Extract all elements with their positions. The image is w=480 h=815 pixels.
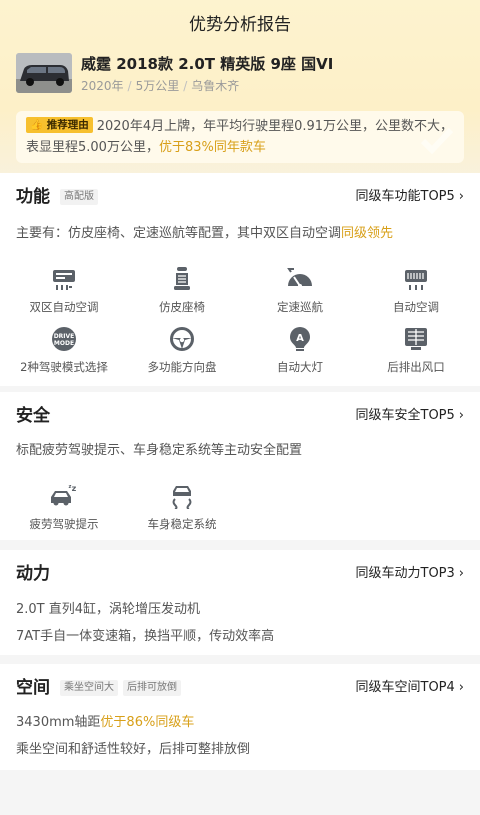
safety-summary: 标配疲劳驾驶提示、车身稳定系统等主动安全配置 (16, 443, 303, 458)
svg-text:z: z (69, 484, 72, 490)
cruise-control-icon (287, 268, 312, 288)
svg-text:DRIVE: DRIVE (54, 333, 75, 340)
car-year: 2020年 (81, 79, 124, 93)
rear-vent-icon (405, 328, 427, 350)
space-title: 空间 (16, 678, 50, 698)
feature-dual-zone-ac[interactable]: 双区自动空调 (4, 266, 124, 315)
power-transmission: 7AT手自一体变速箱，换挡平顺，传动效率高 (16, 629, 275, 644)
space-top-link[interactable]: 同级车空间TOP4 › (356, 674, 465, 702)
power-title: 动力 (16, 564, 50, 584)
svg-text:MODE: MODE (54, 340, 74, 347)
function-card: 功能 高配版 同级车功能TOP5 › 主要有：仿皮座椅、定速巡航等配置，其中双区自… (0, 173, 480, 386)
power-top-link[interactable]: 同级车动力TOP3 › (356, 560, 465, 588)
safety-title: 安全 (16, 406, 50, 426)
feature-multi-steering-wheel[interactable]: 多功能方向盘 (122, 326, 242, 375)
function-summary: 主要有：仿皮座椅、定速巡航等配置，其中双区自动空调同级领先 (16, 226, 394, 241)
chevron-right-icon: › (458, 189, 464, 204)
power-engine: 2.0T 直列4缸，涡轮增压发动机 (16, 602, 201, 617)
feature-drive-mode[interactable]: DRIVE MODE 2种驾驶模式选择 (4, 326, 124, 375)
chevron-right-icon: › (458, 408, 464, 423)
reason-highlight: 优于83%同年款车 (158, 140, 266, 155)
dual-zone-ac-icon (53, 270, 75, 290)
svg-text:z: z (72, 484, 77, 493)
power-card-header: 动力 同级车动力TOP3 › (16, 560, 464, 588)
car-meta: 2020年/5万公里 / 乌鲁木齐 (81, 79, 240, 93)
chevron-right-icon: › (458, 680, 464, 695)
stability-control-icon (172, 486, 192, 509)
space-wheelbase: 3430mm轴距优于86%同级车 (16, 715, 195, 730)
car-mileage: 5万公里 (135, 79, 180, 93)
power-card: 动力 同级车动力TOP3 › 2.0T 直列4缸，涡轮增压发动机 7AT手自一体变… (0, 550, 480, 655)
feature-auto-headlight[interactable]: A 自动大灯 (240, 326, 360, 375)
auto-ac-icon (405, 270, 427, 290)
space-card-header: 空间 乘坐空间大 后排可放倒 同级车空间TOP4 › (16, 674, 464, 702)
feature-fatigue-alert[interactable]: z z 疲劳驾驶提示 (4, 483, 124, 532)
chevron-right-icon: › (458, 566, 464, 581)
watermark-check-icon (420, 127, 454, 155)
space-tag: 乘坐空间大 (60, 680, 118, 696)
safety-card-header: 安全 同级车安全TOP5 › (16, 402, 464, 430)
recommend-reason-tag: 👍 推荐理由 (26, 117, 93, 133)
car-city: 乌鲁木齐 (191, 79, 240, 93)
function-title: 功能 (16, 187, 50, 207)
space-comfort: 乘坐空间和舒适性较好，后排可整排放倒 (16, 742, 251, 757)
function-tag: 高配版 (60, 189, 98, 205)
car-thumbnail[interactable] (16, 53, 72, 93)
leather-seat-icon (174, 267, 190, 290)
car-photo-icon (16, 53, 72, 93)
safety-top-link[interactable]: 同级车安全TOP5 › (356, 402, 465, 430)
space-tag: 后排可放倒 (123, 680, 181, 696)
steering-wheel-icon (170, 327, 194, 351)
space-tags: 乘坐空间大 后排可放倒 (60, 680, 186, 696)
feature-leather-seat[interactable]: 仿皮座椅 (122, 266, 242, 315)
feature-cruise-control[interactable]: 定速巡航 (240, 266, 360, 315)
feature-auto-ac[interactable]: 自动空调 (356, 266, 476, 315)
page-title: 优势分析报告 (189, 15, 291, 35)
space-card: 空间 乘坐空间大 后排可放倒 同级车空间TOP4 › 3430mm轴距优于86%同级… (0, 664, 480, 770)
function-tags: 高配版 (60, 189, 103, 205)
feature-rear-vent[interactable]: 后排出风口 (356, 326, 476, 375)
function-card-header: 功能 高配版 同级车功能TOP5 › (16, 183, 464, 211)
recommend-reason-text: 👍 推荐理由 2020年4月上牌，年平均行驶里程0.91万公里，公里数不大，表显里… (26, 116, 456, 158)
recommend-reason-box: 👍 推荐理由 2020年4月上牌，年平均行驶里程0.91万公里，公里数不大，表显里… (16, 111, 464, 163)
function-top-link[interactable]: 同级车功能TOP5 › (356, 183, 465, 211)
drive-mode-icon: DRIVE MODE (52, 327, 76, 351)
auto-headlight-icon: A (290, 327, 310, 351)
safety-card: 安全 同级车安全TOP5 › 标配疲劳驾驶提示、车身稳定系统等主动安全配置 z z… (0, 392, 480, 540)
feature-stability-control[interactable]: 车身稳定系统 (122, 483, 242, 532)
car-name: 威霆 2018款 2.0T 精英版 9座 国VI (81, 55, 334, 73)
fatigue-alert-icon: z z (51, 484, 77, 506)
svg-text:A: A (296, 333, 304, 344)
